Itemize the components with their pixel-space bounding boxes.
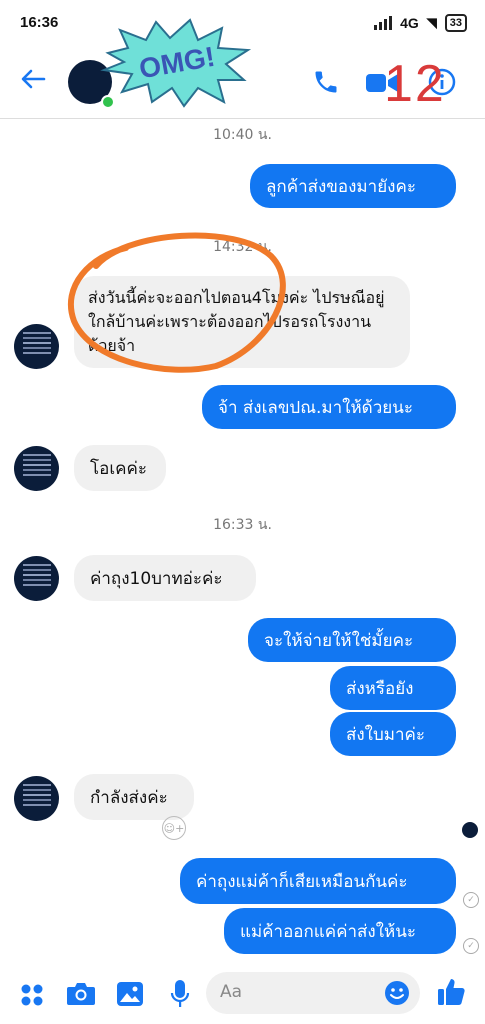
incoming-message[interactable]: กำลังส่งค่ะ	[74, 774, 194, 820]
microphone-icon[interactable]	[170, 979, 190, 1013]
back-arrow-icon[interactable]	[18, 64, 48, 102]
outgoing-message[interactable]: จ้า ส่งเลขปณ.มาให้ด้วยนะ	[202, 385, 456, 429]
contact-avatar[interactable]	[14, 324, 59, 369]
status-indicators: 4G ◥ 33	[374, 14, 467, 32]
contact-avatar[interactable]	[14, 556, 59, 601]
message-input[interactable]: Aa	[206, 972, 420, 1014]
battery-icon: 33	[444, 14, 467, 32]
timestamp: 10:40 น.	[213, 127, 272, 143]
outgoing-message[interactable]: แม่ค้าออกแค่ค่าส่งให้นะ	[224, 908, 456, 954]
network-type: 4G	[400, 15, 419, 31]
outgoing-message[interactable]: ลูกค้าส่งของมายังคะ	[250, 164, 456, 208]
incoming-message[interactable]: โอเคค่ะ	[74, 445, 166, 491]
seen-avatar	[462, 822, 478, 838]
signal-icon	[374, 16, 393, 30]
outgoing-message[interactable]: ค่าถุงแม่ค้าก็เสียเหมือนกันค่ะ	[180, 858, 456, 904]
seen-check-icon: ✓	[463, 892, 479, 908]
timestamp: 16:33 น.	[213, 517, 272, 533]
incoming-message[interactable]: ค่าถุง10บาทอ่ะค่ะ	[74, 555, 256, 601]
apps-grid-icon[interactable]	[20, 983, 44, 1011]
status-time: 16:36	[20, 14, 59, 31]
outgoing-message[interactable]: จะให้จ่ายให้ใช่มั้ยคะ	[248, 618, 456, 662]
seen-check-icon: ✓	[463, 938, 479, 954]
gallery-icon[interactable]	[116, 981, 144, 1011]
orange-circle-annotation	[67, 232, 286, 373]
contact-avatar[interactable]	[14, 446, 59, 491]
omg-sticker: OMG!	[100, 18, 252, 108]
chat-header: OMG! 12	[0, 18, 485, 119]
wifi-icon: ◥	[426, 15, 437, 30]
annotation-number: 12	[384, 55, 446, 113]
camera-icon[interactable]	[66, 981, 96, 1011]
phone-icon[interactable]	[312, 68, 340, 100]
like-thumb-icon[interactable]	[436, 977, 466, 1011]
outgoing-message[interactable]: ส่งหรือยัง	[330, 666, 456, 710]
contact-avatar[interactable]	[14, 776, 59, 821]
outgoing-message[interactable]: ส่งใบมาค่ะ	[330, 712, 456, 756]
message-input-placeholder: Aa	[220, 982, 243, 1002]
add-reaction-icon[interactable]: ☺+	[162, 816, 186, 840]
emoji-icon[interactable]	[384, 980, 410, 1010]
